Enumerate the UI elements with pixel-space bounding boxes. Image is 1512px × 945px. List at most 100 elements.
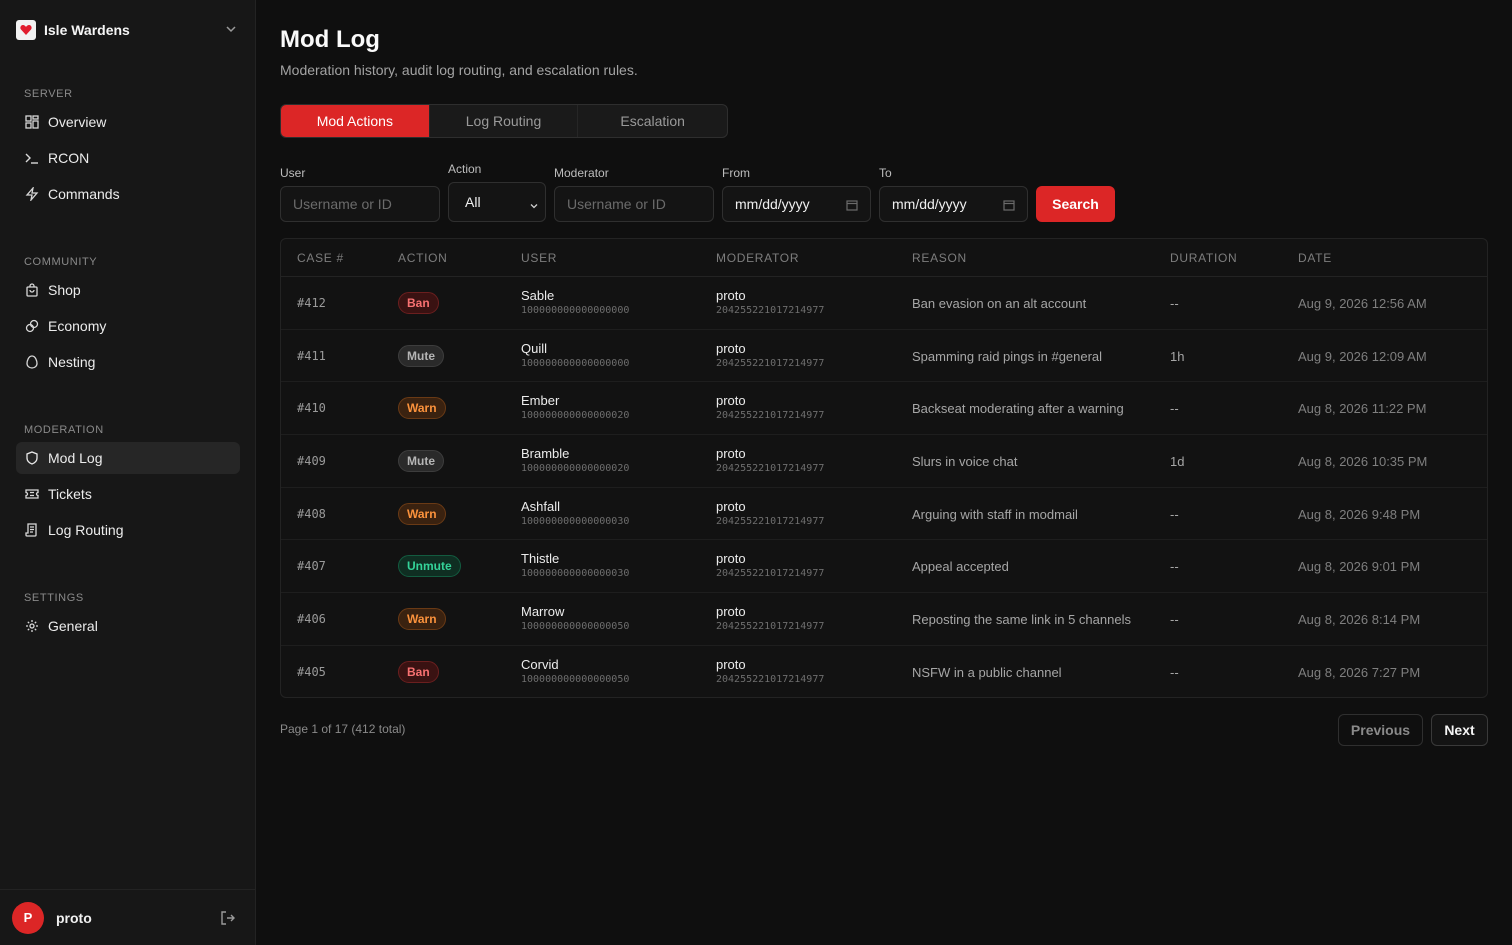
action-filter-label: Action [448,162,482,176]
moderator-id: 204255221017214977 [716,621,825,633]
logout-icon[interactable] [220,910,236,929]
sidebar-item-general[interactable]: General [16,610,240,642]
table-row[interactable]: #407 Unmute Thistle 100000000000000030 p… [281,540,1487,594]
placeholder: Username or ID [293,196,392,212]
sidebar-item-label: Shop [48,282,81,298]
sidebar-item-nesting[interactable]: Nesting [16,346,240,378]
date: Aug 8, 2026 8:14 PM [1298,612,1421,628]
previous-page-button[interactable]: Previous [1338,714,1423,746]
date: Aug 8, 2026 9:48 PM [1298,506,1421,522]
user-name: proto [56,909,92,926]
moderator-id: 204255221017214977 [716,463,825,475]
case-number: #410 [297,401,326,416]
user-name: Bramble [521,446,570,462]
table-row[interactable]: #405 Ban Corvid 100000000000000050 proto… [281,646,1487,697]
case-number: #407 [297,559,326,574]
user-name: Corvid [521,656,559,672]
tab-escalation[interactable]: Escalation [578,105,727,137]
user-filter-input[interactable]: Username or ID [280,186,440,222]
moderator-id: 204255221017214977 [716,515,825,527]
coins-icon [24,318,40,334]
nav-section-moderation: MODERATION Mod Log Tickets Log Routing [16,422,240,546]
chevron-down-icon[interactable] [224,22,238,39]
to-date-input[interactable]: mm/dd/yyyy [879,186,1028,222]
scroll-icon [24,522,40,538]
action-select-value: All [465,194,481,210]
action-badge: Warn [398,397,446,420]
duration: -- [1170,401,1179,417]
table-row[interactable]: #409 Mute Bramble 100000000000000020 pro… [281,435,1487,488]
sidebar-item-mod-log[interactable]: Mod Log [16,442,240,474]
duration: -- [1170,506,1179,522]
action-badge: Unmute [398,555,461,578]
sidebar-item-label: Nesting [48,354,96,370]
moderator-name: proto [716,498,746,514]
reason: Reposting the same link in 5 channels [912,612,1131,628]
sidebar-item-label: Economy [48,318,107,334]
table-row[interactable]: #412 Ban Sable 100000000000000000 proto … [281,277,1487,330]
user-id: 100000000000000050 [521,621,630,633]
mod-actions-table: CASE # ACTION USER MODERATOR REASON DURA… [280,238,1488,698]
moderator-name: proto [716,446,746,462]
case-number: #406 [297,612,326,627]
user-name: Marrow [521,604,565,620]
sidebar-item-rcon[interactable]: RCON [16,142,240,174]
sidebar-item-label: Commands [48,186,120,202]
sidebar-item-log-routing[interactable]: Log Routing [16,514,240,546]
tab-log-routing[interactable]: Log Routing [430,105,579,137]
user-footer: P proto [0,889,256,945]
user-id: 100000000000000050 [521,673,630,685]
user-id: 100000000000000030 [521,515,630,527]
user-name: Ember [521,393,560,409]
user-id: 100000000000000020 [521,410,630,422]
next-page-button[interactable]: Next [1431,714,1488,746]
sidebar-item-overview[interactable]: Overview [16,106,240,138]
tab-bar: Mod Actions Log Routing Escalation [280,104,728,138]
moderator-filter-input[interactable]: Username or ID [554,186,714,222]
case-number: #411 [297,348,326,363]
duration: -- [1170,664,1179,680]
moderator-name: proto [716,656,746,672]
table-row[interactable]: #406 Warn Marrow 100000000000000050 prot… [281,593,1487,646]
from-date-label: From [722,166,750,180]
action-select[interactable]: All [448,182,546,222]
reason: Ban evasion on an alt account [912,296,1087,311]
duration: 1h [1170,348,1185,364]
column-header: CASE # [297,251,344,265]
page-subtitle: Moderation history, audit log routing, a… [280,62,638,78]
sidebar: Isle Wardens SERVER Overview RCON Comman… [0,0,256,945]
sidebar-item-commands[interactable]: Commands [16,178,240,210]
date: Aug 8, 2026 9:01 PM [1298,559,1421,575]
sidebar-item-shop[interactable]: Shop [16,274,240,306]
nav-section-server: SERVER Overview RCON Commands [16,86,240,210]
moderator-id: 204255221017214977 [716,305,825,316]
avatar[interactable]: P [12,901,44,934]
reason: NSFW in a public channel [912,664,1062,680]
search-button[interactable]: Search [1036,186,1115,222]
table-row[interactable]: #410 Warn Ember 100000000000000020 proto… [281,382,1487,436]
from-date-input[interactable]: mm/dd/yyyy [722,186,871,222]
table-row[interactable]: #408 Warn Ashfall 100000000000000030 pro… [281,488,1487,541]
duration: -- [1170,296,1179,311]
table-row[interactable]: #411 Mute Quill 100000000000000000 proto… [281,330,1487,383]
case-number: #409 [297,454,326,469]
sidebar-item-label: Overview [48,114,107,130]
shopping-bag-icon [24,282,40,298]
case-number: #405 [297,664,326,679]
moderator-id: 204255221017214977 [716,673,825,685]
tab-mod-actions[interactable]: Mod Actions [281,105,430,137]
placeholder: Username or ID [567,196,666,212]
server-switcher[interactable]: Isle Wardens [16,18,240,42]
moderator-name: proto [716,604,746,620]
sidebar-item-label: Tickets [48,486,92,502]
sidebar-item-economy[interactable]: Economy [16,310,240,342]
sidebar-item-label: RCON [48,150,90,166]
sidebar-item-tickets[interactable]: Tickets [16,478,240,510]
egg-icon [24,354,40,370]
action-badge: Mute [398,450,444,473]
calendar-icon[interactable] [846,198,858,214]
nav-heading: MODERATION [24,424,104,436]
column-header: MODERATOR [716,251,800,265]
user-name: Thistle [521,551,560,567]
calendar-icon[interactable] [1003,198,1015,214]
